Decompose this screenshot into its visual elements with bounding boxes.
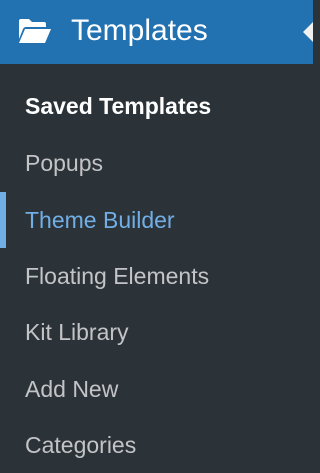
submenu-item-label: Popups bbox=[25, 150, 104, 176]
submenu-item-label: Kit Library bbox=[25, 319, 129, 345]
submenu-item-popups[interactable]: Popups bbox=[0, 135, 313, 191]
folder-open-icon bbox=[18, 17, 52, 45]
current-menu-arrow bbox=[303, 22, 313, 42]
submenu-item-label: Theme Builder bbox=[25, 207, 175, 233]
submenu-item-categories[interactable]: Categories bbox=[0, 417, 313, 473]
submenu-item-label: Saved Templates bbox=[25, 93, 212, 119]
submenu-item-floating-elements[interactable]: Floating Elements bbox=[0, 248, 313, 304]
templates-menu-header[interactable]: Templates bbox=[0, 0, 313, 64]
submenu-item-saved-templates[interactable]: Saved Templates bbox=[0, 78, 313, 134]
submenu-item-label: Categories bbox=[25, 432, 137, 458]
submenu-item-label: Floating Elements bbox=[25, 263, 210, 289]
menu-title: Templates bbox=[71, 14, 208, 47]
submenu-item-add-new[interactable]: Add New bbox=[0, 361, 313, 417]
submenu-item-kit-library[interactable]: Kit Library bbox=[0, 304, 313, 360]
templates-submenu: Saved Templates Popups Theme Builder Flo… bbox=[0, 64, 313, 473]
submenu-item-theme-builder[interactable]: Theme Builder bbox=[0, 192, 313, 248]
submenu-item-label: Add New bbox=[25, 376, 119, 402]
